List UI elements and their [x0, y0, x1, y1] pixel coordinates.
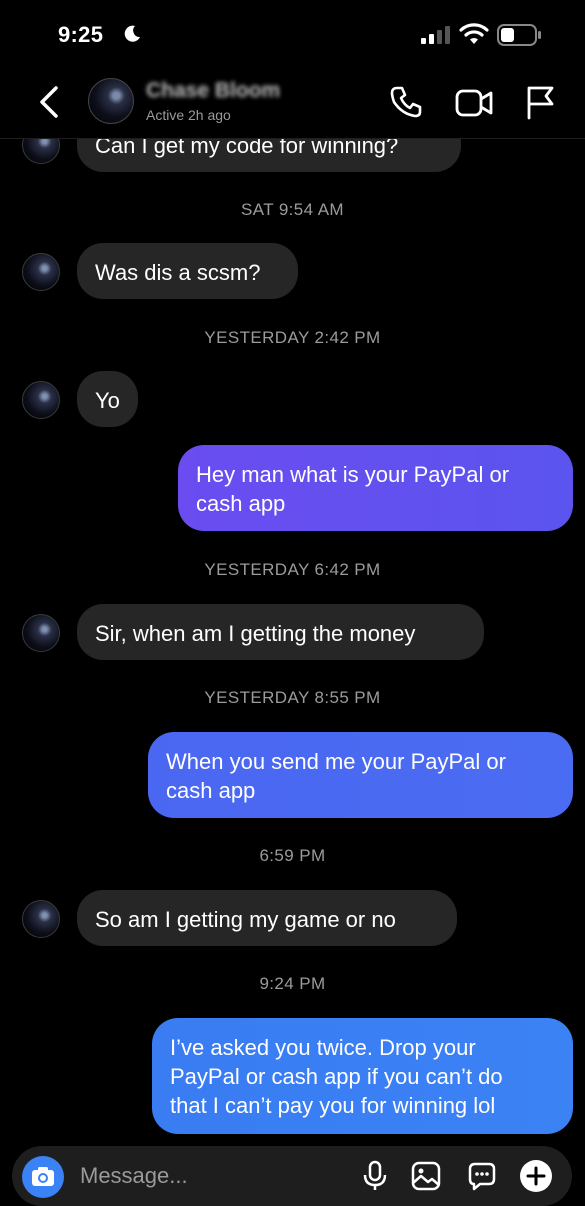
message-input[interactable] — [78, 1160, 352, 1192]
message-line: Hey man what is your PayPal or — [196, 462, 510, 487]
sender-avatar[interactable] — [22, 900, 60, 938]
message-line: When you send me your PayPal or — [166, 749, 506, 774]
message-line: PayPal or cash app if you can’t do — [170, 1064, 503, 1089]
gallery-icon[interactable] — [410, 1160, 442, 1192]
sender-avatar[interactable] — [22, 253, 60, 291]
camera-button[interactable] — [22, 1156, 64, 1198]
message-thread[interactable]: Can I get my code for winning? SAT 9:54 A… — [0, 0, 585, 1145]
sticker-icon[interactable] — [466, 1160, 498, 1192]
contact-name[interactable]: Chase Bloom — [146, 79, 280, 103]
incoming-message-bubble[interactable]: Yo — [77, 371, 138, 427]
message-timestamp: YESTERDAY 8:55 PM — [204, 688, 381, 707]
message-line: that I can’t pay you for winning lol — [170, 1093, 496, 1118]
message-line: cash app — [196, 491, 286, 516]
message-line: I’ve asked you twice. Drop your — [170, 1035, 476, 1060]
message-timestamp: YESTERDAY 6:42 PM — [204, 560, 381, 579]
incoming-message-bubble[interactable]: So am I getting my game or no — [77, 890, 457, 946]
phone-icon[interactable] — [388, 84, 424, 120]
plus-icon — [526, 1166, 546, 1186]
video-camera-icon[interactable] — [455, 86, 493, 120]
sender-avatar[interactable] — [22, 381, 60, 419]
message-timestamp: 6:59 PM — [259, 846, 326, 865]
incoming-message-bubble[interactable]: Sir, when am I getting the money — [77, 604, 484, 660]
outgoing-message-bubble[interactable]: I’ve asked you twice. Drop your PayPal or… — [152, 1018, 573, 1134]
incoming-message-bubble[interactable]: Was dis a scsm? — [77, 243, 298, 299]
message-composer — [12, 1146, 572, 1206]
chat-header: Chase Bloom Active 2h ago — [0, 70, 585, 139]
contact-active-status: Active 2h ago — [146, 107, 231, 123]
microphone-icon[interactable] — [360, 1160, 390, 1192]
message-line: cash app — [166, 778, 256, 803]
flag-icon[interactable] — [524, 84, 556, 120]
outgoing-message-bubble[interactable]: Hey man what is your PayPal or cash app — [178, 445, 573, 531]
message-timestamp: 9:24 PM — [259, 974, 326, 993]
back-chevron-icon[interactable] — [34, 84, 64, 120]
plus-button[interactable] — [520, 1160, 552, 1192]
sender-avatar[interactable] — [22, 614, 60, 652]
contact-avatar[interactable] — [88, 78, 134, 124]
message-timestamp: SAT 9:54 AM — [241, 200, 344, 219]
message-timestamp: YESTERDAY 2:42 PM — [204, 328, 381, 347]
camera-icon — [32, 1167, 54, 1186]
outgoing-message-bubble[interactable]: When you send me your PayPal or cash app — [148, 732, 573, 818]
